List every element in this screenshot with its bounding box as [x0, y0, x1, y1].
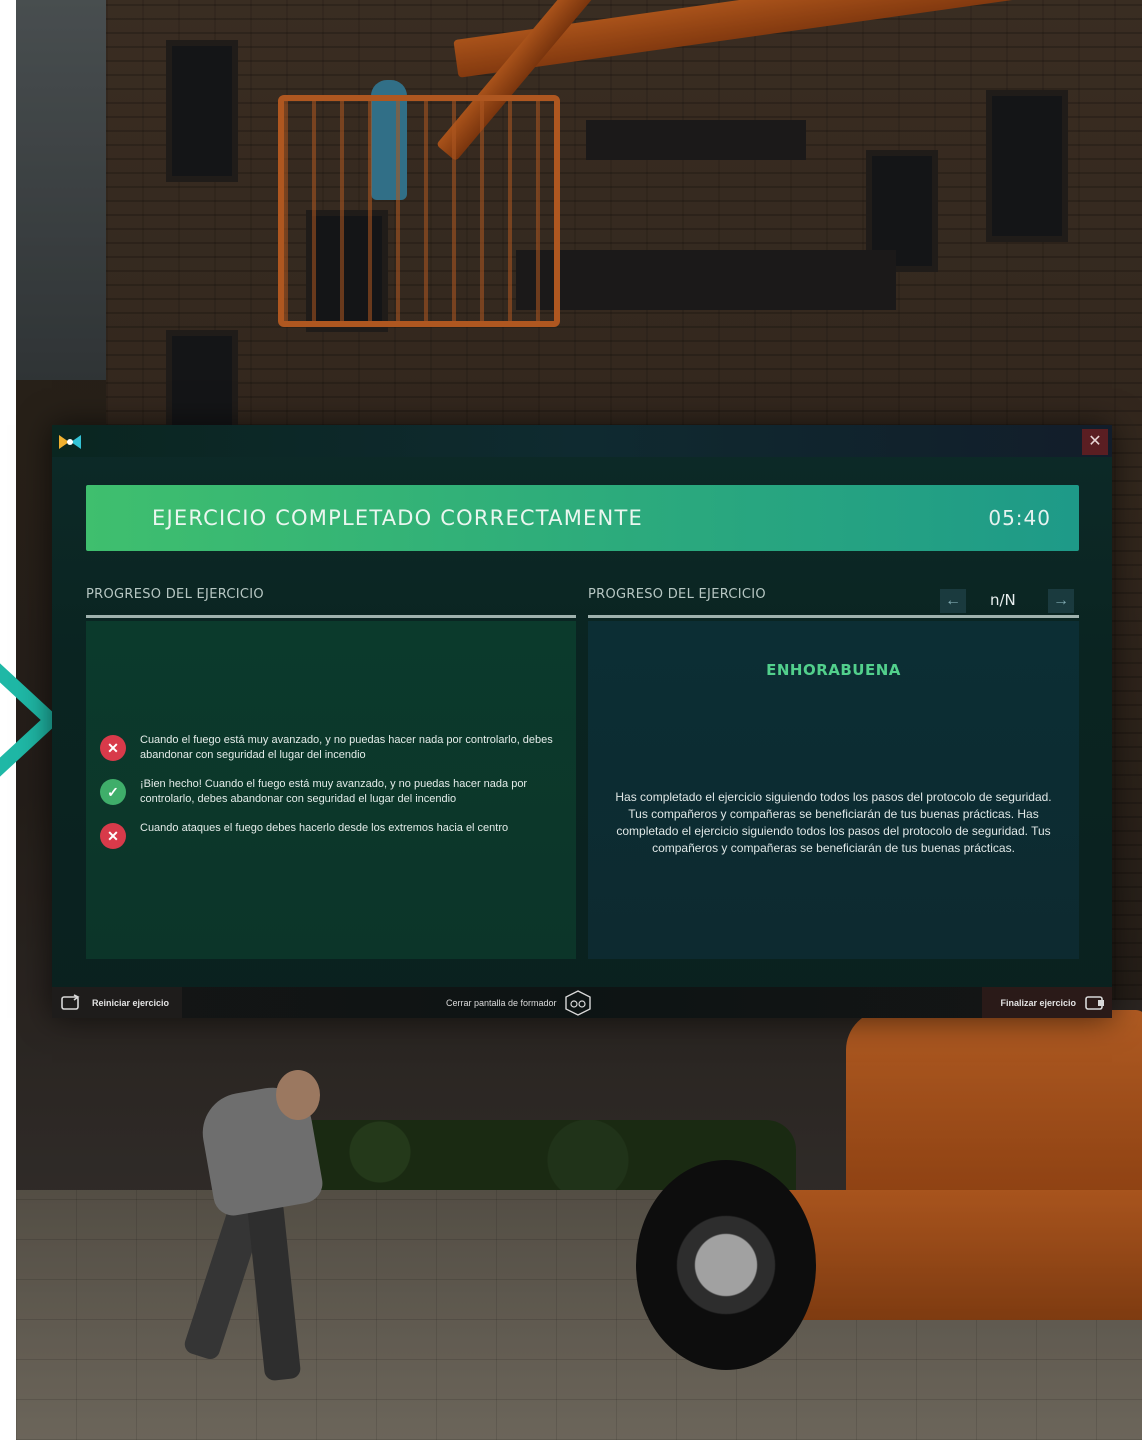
exercise-result-modal: ✕ EJERCICIO COMPLETADO CORRECTAMENTE 05:… [52, 425, 1112, 1018]
arrow-left-icon: ← [945, 592, 961, 609]
error-icon: ✕ [100, 823, 126, 849]
restart-label: Reiniciar ejercicio [92, 997, 170, 1008]
next-button[interactable]: → [1048, 589, 1074, 613]
footer-bar: Reiniciar ejercicio Cerrar pantalla de f… [52, 987, 1112, 1018]
restart-exercise-button[interactable]: Reiniciar ejercicio [52, 987, 182, 1018]
result-summary: Has completado el ejercicio siguiendo to… [615, 790, 1052, 855]
app-logo-icon [59, 435, 81, 449]
feedback-text: Cuando ataques el fuego debes hacerlo de… [140, 822, 509, 834]
finish-exercise-button[interactable]: Finalizar ejercicio [982, 987, 1112, 1018]
arrow-right-icon: → [1053, 592, 1069, 609]
title-bar: ✕ [52, 425, 1112, 457]
result-panel: ENHORABUENA Has completado el ejercicio … [588, 621, 1079, 959]
divider [588, 615, 1079, 618]
check-icon: ✓ [100, 779, 126, 805]
left-panel-heading: PROGRESO DEL EJERCICIO [86, 587, 264, 602]
pager: ← n/N → [932, 589, 1082, 615]
elapsed-time: 05:40 [988, 506, 1051, 530]
right-panel-heading: PROGRESO DEL EJERCICIO [588, 587, 766, 602]
feedback-text: ¡Bien hecho! Cuando el fuego está muy av… [140, 778, 528, 805]
finish-label: Finalizar ejercicio [1000, 997, 1076, 1008]
error-icon: ✕ [100, 735, 126, 761]
pager-label: n/N [990, 591, 1016, 609]
exit-icon [1085, 995, 1104, 1010]
progress-panel: ✕ Cuando el fuego está muy avanzado, y n… [86, 621, 576, 959]
feedback-item: ✕ Cuando el fuego está muy avanzado, y n… [100, 733, 570, 763]
feedback-item: ✕ Cuando ataques el fuego debes hacerlo … [100, 821, 570, 849]
close-button[interactable]: ✕ [1082, 429, 1108, 455]
result-banner: EJERCICIO COMPLETADO CORRECTAMENTE 05:40 [86, 485, 1079, 551]
divider [86, 615, 576, 618]
close-icon: ✕ [1088, 433, 1102, 450]
congrats-heading: ENHORABUENA [766, 661, 901, 679]
restart-icon [61, 993, 80, 1010]
feedback-item: ✓ ¡Bien hecho! Cuando el fuego está muy … [100, 777, 570, 807]
close-trainer-screen-button[interactable]: Cerrar pantalla de formador [446, 987, 593, 1018]
vr-headset-icon [564, 989, 591, 1016]
previous-button[interactable]: ← [940, 589, 966, 613]
result-title: EJERCICIO COMPLETADO CORRECTAMENTE [152, 506, 643, 530]
close-trainer-label: Cerrar pantalla de formador [446, 997, 557, 1008]
feedback-text: Cuando el fuego está muy avanzado, y no … [140, 734, 553, 761]
